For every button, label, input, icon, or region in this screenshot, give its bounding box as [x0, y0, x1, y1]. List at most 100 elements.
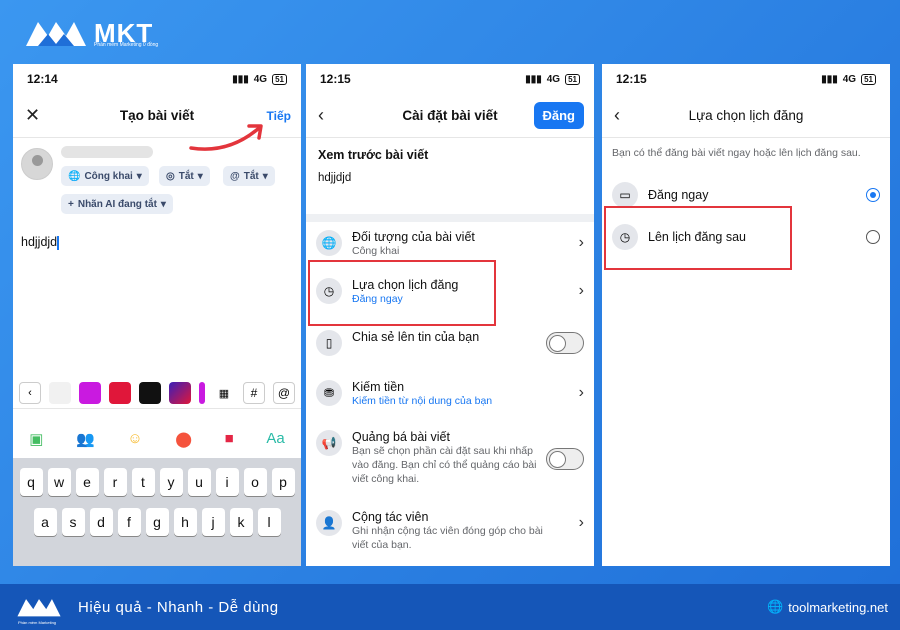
key-q[interactable]: q	[19, 468, 43, 496]
chevron-down-icon: ▾	[136, 170, 142, 182]
page-title: Tạo bài viết	[119, 108, 195, 123]
post-tools: ▣ 👥 ☺ ⬤ ■ Aa	[13, 408, 301, 458]
key-j[interactable]: j	[201, 508, 225, 536]
divider	[306, 214, 594, 222]
mention-button[interactable]: @	[273, 382, 295, 404]
setting-share-story[interactable]: ▯ Chia sẻ lên tin của bạn	[306, 330, 594, 356]
status-time: 12:15	[616, 72, 647, 86]
key-l[interactable]: l	[257, 508, 281, 536]
phone-create-post: 12:14 ▮▮▮ 4G 51 ✕ Tạo bài viết Tiếp 🌐 Công …	[13, 64, 301, 566]
globe-icon: 🌐	[767, 599, 784, 614]
location-icon[interactable]: ⬤	[175, 430, 192, 448]
close-icon[interactable]: ✕	[25, 105, 40, 126]
page-title: Lựa chọn lịch đăng	[688, 108, 804, 123]
key-k[interactable]: k	[229, 508, 253, 536]
phone-schedule-options: 12:15 ▮▮▮ 4G 51 ‹ Lựa chọn lịch đăng Bạn c…	[602, 64, 890, 566]
key-p[interactable]: p	[271, 468, 295, 496]
status-bar: 12:14 ▮▮▮ 4G 51	[13, 64, 301, 94]
user-name-blurred	[61, 146, 153, 158]
phone-post-settings: 12:15 ▮▮▮ 4G 51 ‹ Cài đặt bài viết Đăng Xe…	[306, 64, 594, 566]
photo-icon[interactable]: ▣	[29, 430, 43, 448]
key-u[interactable]: u	[187, 468, 211, 496]
color-swatch[interactable]	[49, 382, 71, 404]
instagram-icon: ◎	[166, 170, 175, 182]
mkt-logo-icon	[17, 599, 61, 617]
color-swatch[interactable]	[79, 382, 101, 404]
key-e[interactable]: e	[75, 468, 99, 496]
network-label: 4G	[546, 73, 561, 85]
chevron-down-icon: ▾	[262, 170, 268, 182]
share-story-toggle[interactable]	[546, 332, 584, 354]
network-label: 4G	[842, 73, 857, 85]
feeling-icon[interactable]: ☺	[127, 430, 142, 447]
header: ‹ Lựa chọn lịch đăng	[602, 94, 890, 138]
avatar[interactable]	[21, 148, 53, 180]
keyboard: qwertyuiop asdfghjkl	[13, 458, 301, 566]
key-h[interactable]: h	[173, 508, 197, 536]
color-swatch[interactable]	[169, 382, 191, 404]
key-g[interactable]: g	[145, 508, 169, 536]
chevron-right-icon: ›	[578, 282, 584, 299]
battery-icon: 51	[272, 73, 287, 85]
post-text-input[interactable]: hdjjdjd	[21, 235, 59, 250]
setting-boost[interactable]: 📢 Quảng bá bài viết Bạn sẽ chọn phần cài …	[306, 430, 594, 486]
signal-icon: ▮▮▮	[821, 73, 838, 85]
coins-icon: ⛃	[316, 380, 342, 406]
key-y[interactable]: y	[159, 468, 183, 496]
footer-site[interactable]: 🌐 toolmarketing.net	[767, 599, 888, 615]
color-swatch[interactable]	[139, 382, 161, 404]
tag-people-icon[interactable]: 👥	[76, 430, 95, 448]
color-swatch[interactable]	[109, 382, 131, 404]
key-w[interactable]: w	[47, 468, 71, 496]
radio-post-now[interactable]	[866, 188, 880, 202]
chevron-down-icon: ▾	[197, 170, 203, 182]
status-time: 12:15	[320, 72, 351, 86]
boost-toggle[interactable]	[546, 448, 584, 470]
network-label: 4G	[253, 73, 268, 85]
key-s[interactable]: s	[61, 508, 85, 536]
hashtag-button[interactable]: #	[243, 382, 265, 404]
post-now-icon: ▭	[612, 182, 638, 208]
signal-icon: ▮▮▮	[525, 73, 542, 85]
back-icon[interactable]: ‹	[318, 105, 324, 126]
post-button[interactable]: Đăng	[533, 102, 584, 129]
key-d[interactable]: d	[89, 508, 113, 536]
highlight-box	[308, 260, 496, 326]
instagram-chip[interactable]: ◎ Tắt ▾	[159, 166, 210, 186]
setting-audience[interactable]: 🌐 Đối tượng của bài viết Công khai ›	[306, 230, 594, 258]
schedule-description: Bạn có thể đăng bài viết ngay hoặc lên l…	[612, 147, 861, 159]
highlight-box	[604, 206, 792, 270]
chevron-right-icon: ›	[578, 234, 584, 251]
signal-icon: ▮▮▮	[232, 73, 249, 85]
setting-collaborator[interactable]: 👤 Cộng tác viên Ghi nhận cộng tác viên đó…	[306, 510, 594, 552]
chevron-right-icon: ›	[578, 384, 584, 401]
background-color-bar: ‹ ▦ # @	[13, 380, 301, 406]
radio-schedule-later[interactable]	[866, 230, 880, 244]
option-post-now[interactable]: ▭ Đăng ngay	[602, 182, 890, 208]
battery-icon: 51	[565, 73, 580, 85]
audience-chip[interactable]: 🌐 Công khai ▾	[61, 166, 149, 186]
key-t[interactable]: t	[131, 468, 155, 496]
grid-icon[interactable]: ▦	[213, 382, 235, 404]
key-a[interactable]: a	[33, 508, 57, 536]
plus-icon: +	[68, 198, 74, 210]
chevron-down-icon: ▾	[160, 198, 166, 210]
text-style-icon[interactable]: Aa	[266, 430, 284, 447]
key-i[interactable]: i	[215, 468, 239, 496]
battery-icon: 51	[861, 73, 876, 85]
key-f[interactable]: f	[117, 508, 141, 536]
key-o[interactable]: o	[243, 468, 267, 496]
color-swatch[interactable]	[199, 382, 205, 404]
setting-monetize[interactable]: ⛃ Kiếm tiền Kiếm tiền từ nội dung của bạn…	[306, 380, 594, 408]
preview-section: Xem trước bài viết hdjjdjd	[306, 138, 594, 194]
ai-label-chip[interactable]: + Nhãn AI đang tắt ▾	[61, 194, 173, 214]
threads-chip[interactable]: @ Tắt ▾	[223, 166, 275, 186]
next-button[interactable]: Tiếp	[267, 109, 291, 123]
text-caret	[57, 235, 59, 250]
key-r[interactable]: r	[103, 468, 127, 496]
back-icon[interactable]: ‹	[614, 105, 620, 126]
live-video-icon[interactable]: ■	[225, 430, 234, 447]
mkt-logo-icon	[26, 22, 86, 46]
back-icon[interactable]: ‹	[19, 382, 41, 404]
keyboard-row: qwertyuiop	[13, 468, 301, 496]
